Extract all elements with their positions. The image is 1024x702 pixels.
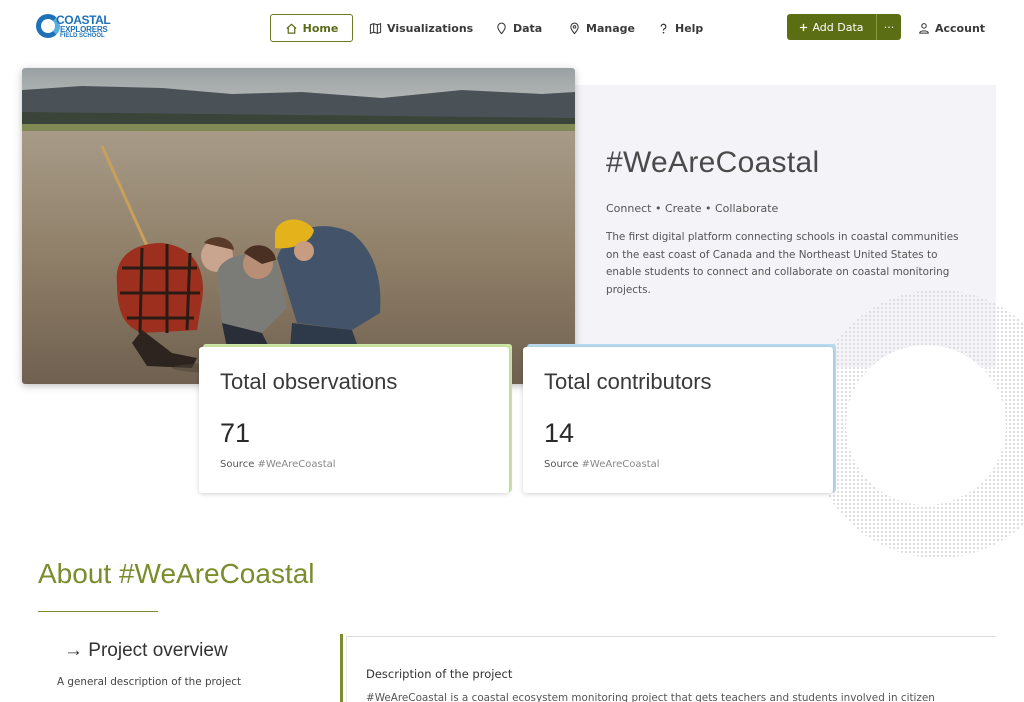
- contributors-value: 14: [544, 418, 575, 448]
- nav-visualizations[interactable]: Visualizations: [369, 14, 473, 42]
- user-icon: [919, 23, 929, 34]
- observations-source-prefix: Source: [220, 459, 255, 470]
- account-label: Account: [935, 21, 986, 35]
- project-overview-subtitle: A general description of the project: [57, 676, 242, 688]
- project-description-title: Description of the project: [366, 667, 513, 681]
- observations-source-link[interactable]: #WeAreCoastal: [258, 459, 336, 470]
- logo-text-field-school: FIELD SCHOOL: [60, 33, 105, 39]
- add-data-button[interactable]: Add Data: [787, 14, 876, 40]
- nav-manage-label: Manage: [586, 21, 635, 35]
- project-description-text: #WeAreCoastal is a coastal ecosystem mon…: [366, 692, 935, 702]
- plus-icon: [800, 23, 808, 31]
- observations-stat-card: Total observations 71 Source #WeAreCoast…: [199, 347, 509, 493]
- navbar: COASTAL EXPLORERS FIELD SCHOOL Home Visu…: [0, 0, 1024, 56]
- nav-home[interactable]: Home: [270, 14, 353, 42]
- nav-help[interactable]: Help: [657, 14, 703, 42]
- home-icon: [286, 23, 297, 34]
- nav-help-label: Help: [675, 21, 704, 35]
- map-pin-icon: [497, 22, 506, 34]
- observations-label: Total observations: [220, 369, 398, 394]
- help-icon: [660, 23, 667, 34]
- add-data-more-button[interactable]: ···: [876, 14, 901, 40]
- contributors-source: Source #WeAreCoastal: [544, 459, 660, 470]
- nav-visualizations-label: Visualizations: [387, 21, 474, 35]
- contributors-stat-card: Total contributors 14 Source #WeAreCoast…: [523, 347, 833, 493]
- contributors-source-prefix: Source: [544, 459, 579, 470]
- account-link[interactable]: Account: [918, 14, 985, 42]
- add-data-label: Add Data: [812, 20, 864, 34]
- hero-tagline: Connect • Create • Collaborate: [606, 202, 779, 215]
- hero-title: #WeAreCoastal: [606, 146, 820, 179]
- hero-description: The first digital platform connecting sc…: [606, 231, 959, 296]
- contributors-label: Total contributors: [544, 369, 712, 394]
- add-data-split-button: Add Data ···: [787, 14, 901, 40]
- dotted-circle-center: [846, 345, 1006, 505]
- section-divider-bar: [340, 634, 343, 702]
- coastal-explorers-logo[interactable]: COASTAL EXPLORERS FIELD SCHOOL: [36, 12, 111, 44]
- map-icon: [369, 22, 382, 34]
- about-heading-underline: [38, 611, 158, 612]
- hero-photo-students-on-beach: [22, 68, 575, 384]
- nav-data-label: Data: [513, 21, 543, 35]
- contributors-source-link[interactable]: #WeAreCoastal: [582, 459, 660, 470]
- nav-home-label: Home: [302, 21, 339, 35]
- about-heading: About #WeAreCoastal: [38, 558, 315, 589]
- observations-source: Source #WeAreCoastal: [220, 459, 336, 470]
- project-overview-heading[interactable]: → Project overview: [64, 640, 228, 662]
- nav-data[interactable]: Data: [495, 14, 542, 42]
- nav-manage[interactable]: Manage: [568, 14, 635, 42]
- location-pin-icon: [570, 22, 579, 34]
- observations-value: 71: [220, 418, 251, 448]
